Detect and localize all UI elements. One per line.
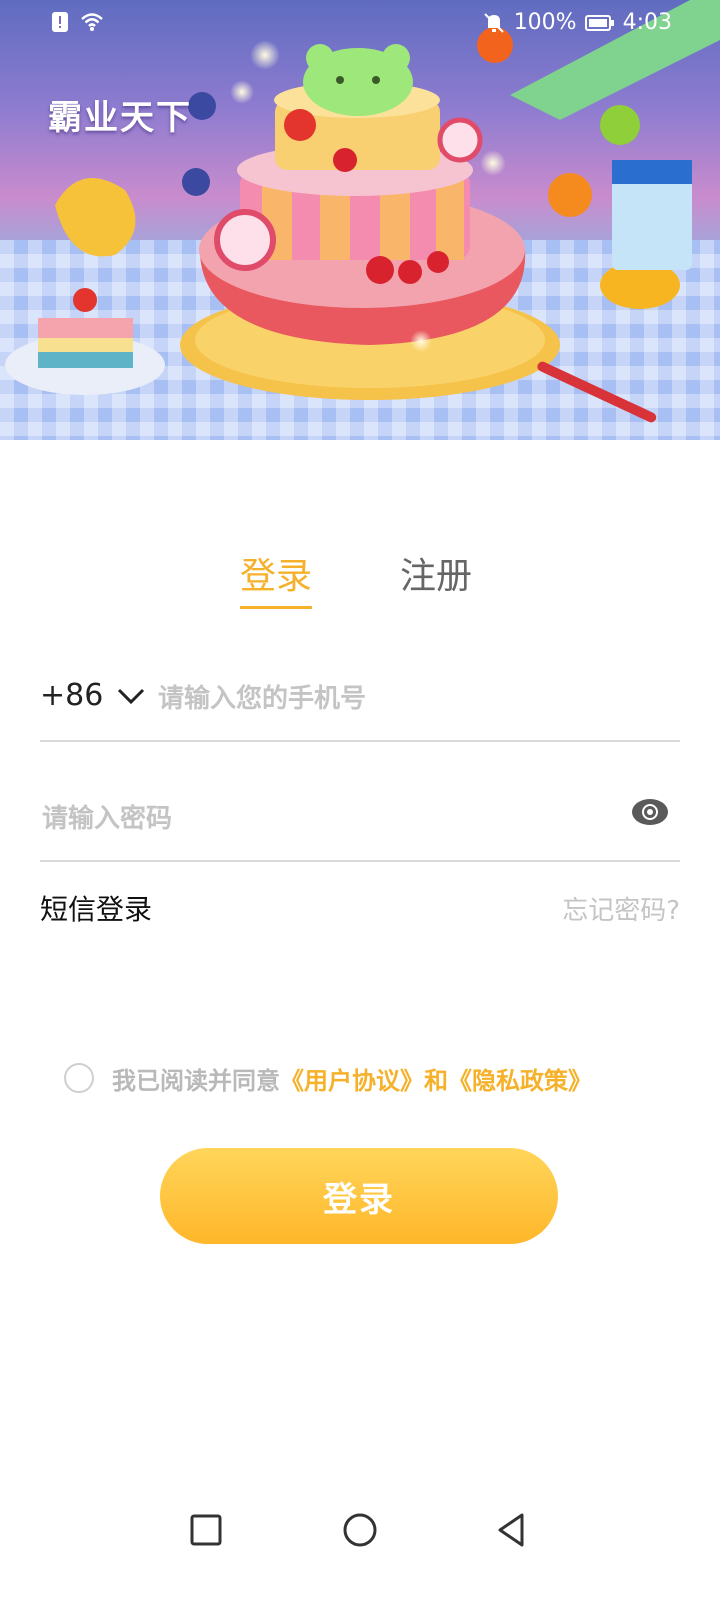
notification-icon (52, 12, 68, 32)
back-icon[interactable] (492, 1510, 532, 1550)
country-code: +86 (40, 678, 104, 713)
agreement-prefix: 我已阅读并同意 (112, 1066, 280, 1095)
battery-percent: 100% (513, 10, 577, 35)
navigation-bar (0, 1490, 720, 1570)
status-bar: 100% 4:03 (0, 0, 720, 48)
sparkle (480, 150, 506, 176)
eye-icon[interactable] (630, 794, 670, 830)
battery-icon (584, 14, 614, 31)
forgot-password-link[interactable]: 忘记密码? (562, 890, 680, 927)
agreement-and: 和 (424, 1066, 448, 1095)
banner-image: 100% 4:03 霸业天下 (0, 0, 720, 440)
login-screen: 100% 4:03 霸业天下 登录 注册 +86 短信登录 忘记密码? 我已阅读… (0, 0, 720, 1600)
country-code-selector[interactable]: +86 (40, 678, 145, 713)
tab-login[interactable]: 登录 (240, 552, 313, 609)
phone-input[interactable] (156, 678, 670, 720)
password-input[interactable] (40, 798, 604, 840)
sms-login-link[interactable]: 短信登录 (40, 888, 152, 928)
auth-tabs: 登录 注册 (0, 552, 720, 612)
sparkle (230, 80, 254, 104)
chevron-down-icon (118, 688, 145, 704)
wifi-icon (81, 13, 103, 31)
user-agreement-link[interactable]: 《用户协议》 (280, 1061, 424, 1096)
tab-register[interactable]: 注册 (400, 552, 472, 602)
recent-apps-icon[interactable] (186, 1510, 226, 1550)
clock: 4:03 (622, 10, 672, 35)
privacy-policy-link[interactable]: 《隐私政策》 (448, 1061, 592, 1096)
app-logo: 霸业天下 (48, 98, 192, 138)
login-button[interactable]: 登录 (160, 1148, 558, 1244)
mute-icon (483, 12, 504, 33)
agreement-radio[interactable] (64, 1063, 94, 1093)
agreement-row: 我已阅读并同意 《用户协议》 和 《隐私政策》 (64, 1060, 592, 1096)
home-icon[interactable] (340, 1510, 380, 1550)
password-field (40, 780, 680, 862)
phone-field: +86 (40, 660, 680, 742)
cake-illustration (5, 0, 720, 423)
sparkle (410, 330, 432, 352)
